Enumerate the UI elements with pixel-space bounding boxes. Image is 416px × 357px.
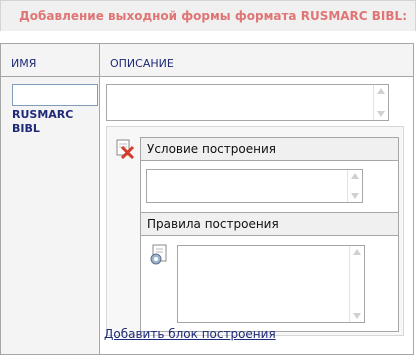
condition-textarea[interactable] xyxy=(146,169,363,203)
scroll-up-icon[interactable] xyxy=(351,173,359,179)
rules-textarea[interactable] xyxy=(177,245,365,323)
add-build-block-link[interactable]: Добавить блок построения xyxy=(104,327,276,341)
name-label: RUSMARC BIBL xyxy=(12,108,74,135)
condition-scrollbar[interactable] xyxy=(347,170,362,202)
scroll-up-icon[interactable] xyxy=(353,249,361,255)
scroll-down-icon[interactable] xyxy=(351,193,359,199)
form-panel: ИМЯ ОПИСАНИЕ RUSMARC BIBL Условие постро… xyxy=(0,43,414,355)
rules-scrollbar[interactable] xyxy=(349,246,364,322)
description-scrollbar[interactable] xyxy=(373,85,388,120)
scroll-down-icon[interactable] xyxy=(377,111,385,117)
title-bar: Добавление выходной формы формата RUSMAR… xyxy=(0,0,416,31)
rules-header-label: Правила построения xyxy=(147,217,279,231)
condition-header-label: Условие построения xyxy=(147,142,276,156)
condition-header: Условие построения xyxy=(141,138,398,161)
rules-header: Правила построения xyxy=(141,212,398,236)
delete-x-icon[interactable] xyxy=(115,139,135,159)
name-column-header: ИМЯ xyxy=(1,44,99,77)
gear-document-icon[interactable] xyxy=(149,244,169,268)
name-header-label: ИМЯ xyxy=(11,57,37,70)
name-input[interactable] xyxy=(12,84,98,106)
page-title: Добавление выходной формы формата RUSMAR… xyxy=(19,9,407,23)
description-textarea[interactable] xyxy=(106,84,389,121)
condition-rules-panel: Условие построения Правила построения xyxy=(140,137,399,332)
scroll-down-icon[interactable] xyxy=(353,313,361,319)
description-column-header: ОПИСАНИЕ xyxy=(100,44,413,77)
scroll-up-icon[interactable] xyxy=(377,88,385,94)
build-block: Условие построения Правила построения xyxy=(106,126,404,336)
description-header-label: ОПИСАНИЕ xyxy=(110,57,174,70)
